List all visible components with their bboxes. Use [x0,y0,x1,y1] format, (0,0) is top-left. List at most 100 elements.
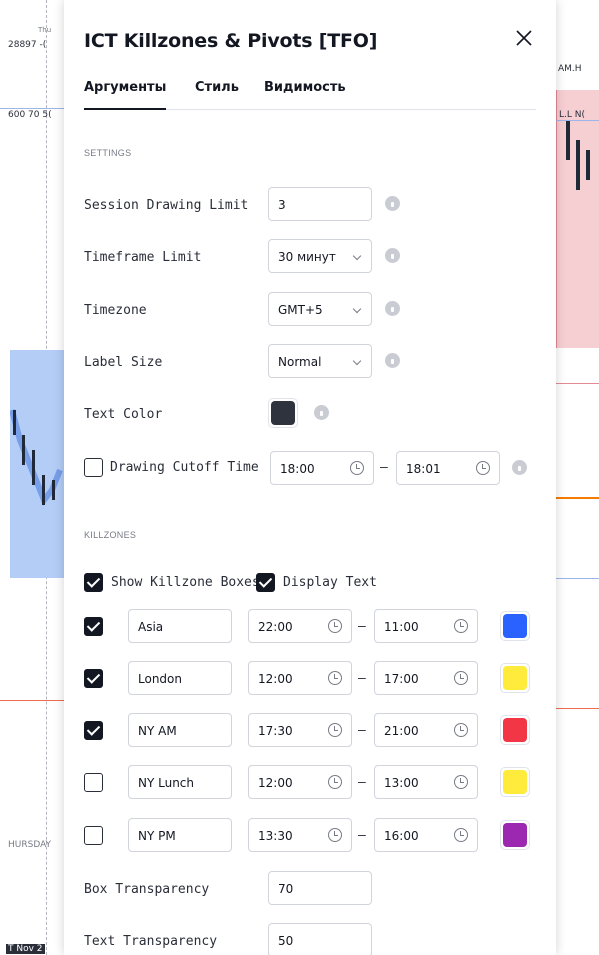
zone-color-picker[interactable] [500,663,530,693]
cutoff-start-value: 18:00 [280,462,315,476]
zone-name-input[interactable]: NY PM [128,818,232,852]
zone-name-input[interactable]: Asia [128,609,232,643]
zone-checkbox[interactable] [84,617,103,636]
cutoff-start-time[interactable]: 18:00 [270,451,374,485]
section-header-settings: SETTINGS [84,148,132,158]
info-icon[interactable] [385,301,400,316]
show-boxes-label: Show Killzone Boxes [111,575,260,590]
range-dash: – [358,617,366,633]
cutoff-end-value: 18:01 [406,462,441,476]
price-line [0,108,64,109]
zone-start-time[interactable]: 17:30 [248,713,352,747]
text-transparency-input[interactable]: 50 [268,923,372,955]
info-icon[interactable] [314,405,329,420]
cutoff-checkbox[interactable] [84,458,103,477]
range-dash: – [358,773,366,789]
clock-icon [454,671,468,685]
tab-arguments[interactable]: Аргументы [84,80,167,110]
zone-start-value: 17:30 [258,724,293,738]
zone-start-time[interactable]: 22:00 [248,609,352,643]
clock-icon [454,723,468,737]
zone-checkbox[interactable] [84,773,103,792]
zone-checkbox[interactable] [84,826,103,845]
show-boxes-checkbox[interactable] [84,573,103,592]
label-size-select[interactable]: Normal [268,344,372,378]
info-icon[interactable] [385,353,400,368]
close-icon[interactable] [512,26,536,50]
range-dash: – [358,826,366,842]
color-swatch [503,823,527,847]
zone-end-value: 11:00 [384,620,419,634]
candle [566,120,570,160]
zone-color-picker[interactable] [500,611,530,641]
color-swatch [503,770,527,794]
zone-end-time[interactable]: 13:00 [374,765,478,799]
box-transparency-input[interactable]: 70 [268,871,372,905]
label-size-label: Label Size [84,355,163,370]
display-text-checkbox[interactable] [256,573,275,592]
session-label: AM.H [558,64,582,74]
range-dash: – [358,669,366,685]
clock-icon [454,828,468,842]
zone-color-picker[interactable] [500,767,530,797]
text-transparency-label: Text Transparency [84,934,218,949]
color-swatch [271,401,295,425]
clock-icon [350,461,364,475]
session-limit-input[interactable]: 3 [268,187,372,221]
info-icon[interactable] [512,460,527,475]
color-swatch [503,614,527,638]
zone-start-value: 12:00 [258,672,293,686]
zone-name-input[interactable]: NY Lunch [128,765,232,799]
timeframe-limit-label: Timeframe Limit [84,250,202,265]
day-label: Thu [38,26,52,34]
zone-color-picker[interactable] [500,715,530,745]
text-color-picker[interactable] [268,398,298,428]
zone-end-time[interactable]: 16:00 [374,818,478,852]
zone-start-time[interactable]: 13:30 [248,818,352,852]
timezone-label: Timezone [84,303,147,318]
color-swatch [503,718,527,742]
zone-end-value: 13:00 [384,776,419,790]
clock-icon [328,775,342,789]
tab-visibility[interactable]: Видимость [264,80,346,110]
info-icon[interactable] [385,248,400,263]
price-line [556,383,599,384]
clock-icon [328,828,342,842]
clock-icon [328,671,342,685]
date-tag: T Nov 2 [6,944,45,954]
info-icon[interactable] [385,196,400,211]
zone-start-time[interactable]: 12:00 [248,765,352,799]
zone-end-time[interactable]: 21:00 [374,713,478,747]
zone-start-value: 22:00 [258,620,293,634]
timezone-select[interactable]: GMT+5 [268,292,372,326]
tab-style[interactable]: Стиль [195,80,239,110]
price-line [556,578,599,579]
zone-name-input[interactable]: London [128,661,232,695]
cutoff-end-time[interactable]: 18:01 [396,451,500,485]
price-line [556,497,599,499]
session-limit-label: Session Drawing Limit [84,198,249,213]
price-line [0,700,64,701]
zone-checkbox[interactable] [84,669,103,688]
tab-bar: Аргументы Стиль Видимость [84,80,536,110]
display-text-label: Display Text [283,575,377,590]
indicator-settings-dialog: ICT Killzones & Pivots [TFO] Аргументы С… [64,0,556,955]
zone-end-time[interactable]: 11:00 [374,609,478,643]
clock-icon [328,619,342,633]
clock-icon [328,723,342,737]
price-readout: 28897 -( [8,40,47,50]
zone-checkbox[interactable] [84,721,103,740]
zone-name-input[interactable]: NY AM [128,713,232,747]
clock-icon [454,775,468,789]
price-line [556,120,599,121]
timeframe-limit-select[interactable]: 30 минут [268,239,372,273]
zone-end-time[interactable]: 17:00 [374,661,478,695]
zone-color-picker[interactable] [500,820,530,850]
zone-start-time[interactable]: 12:00 [248,661,352,695]
dialog-title: ICT Killzones & Pivots [TFO] [84,30,378,52]
price-box-label: 600 70 5( [8,110,52,120]
clock-icon [454,619,468,633]
candle [576,140,580,190]
session-label: L.L N( [559,110,585,120]
section-header-killzones: KILLZONES [84,530,137,540]
